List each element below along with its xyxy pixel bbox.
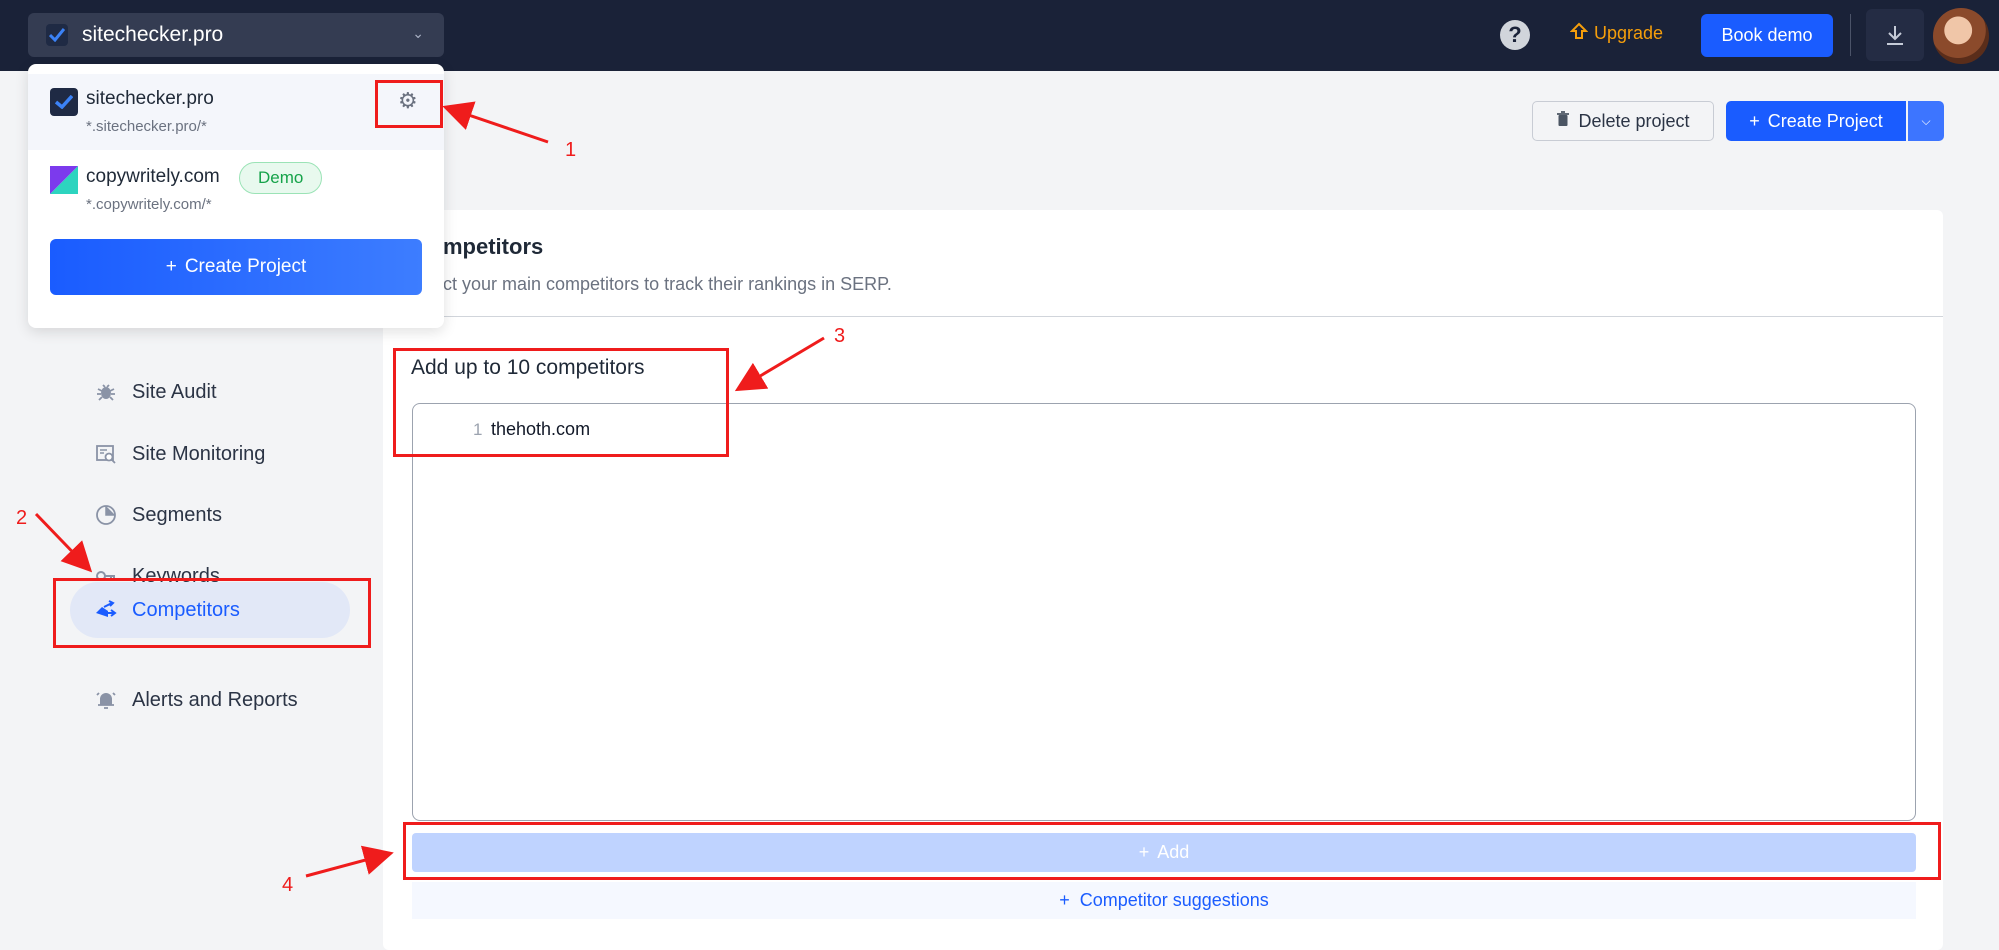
annotation-arrows xyxy=(34,101,825,878)
annotation-arrow-4 xyxy=(305,845,394,878)
annotation-arrow-3 xyxy=(734,336,825,392)
annotation-arrow-2 xyxy=(34,512,93,573)
annotation-arrow-1 xyxy=(442,101,549,144)
